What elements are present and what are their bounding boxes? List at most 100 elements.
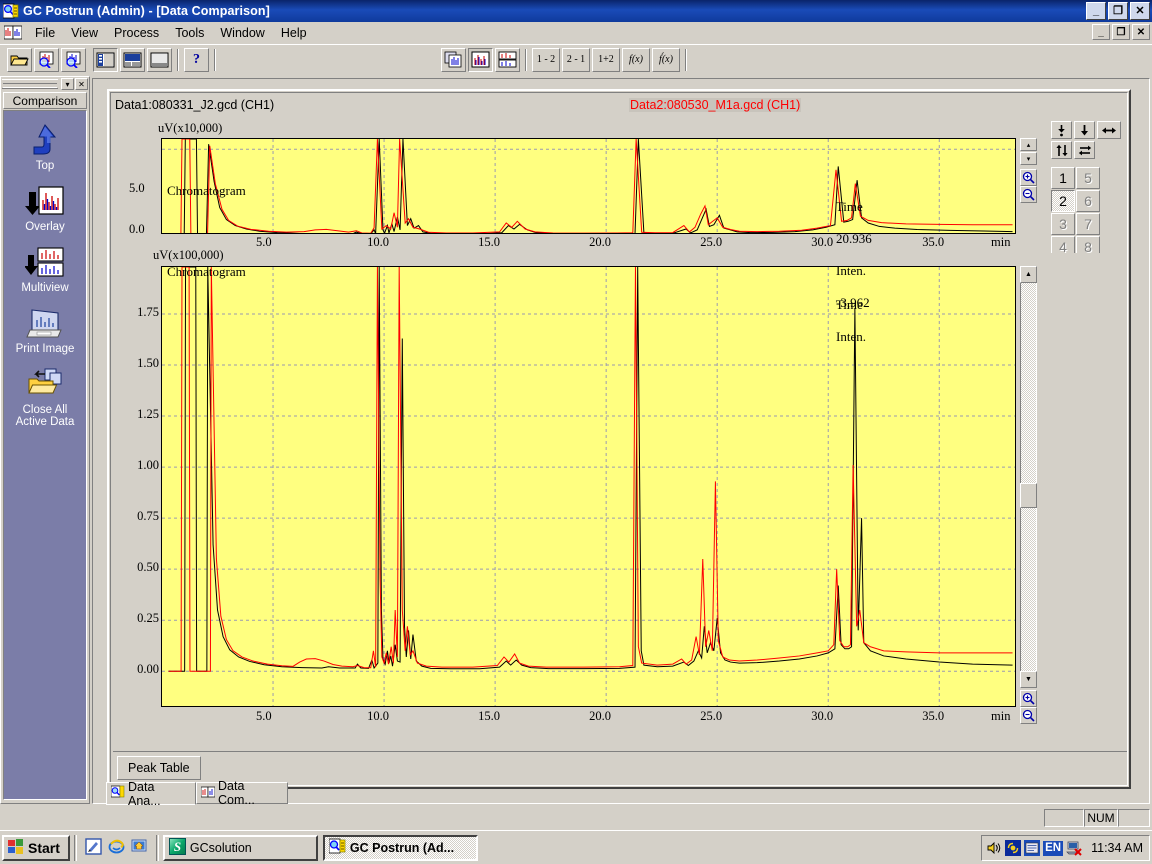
menu-file[interactable]: File: [27, 24, 63, 42]
stacked-view-button[interactable]: [495, 47, 520, 72]
toolbar-separator-1: [177, 48, 179, 71]
volume-icon[interactable]: [986, 840, 1002, 856]
move-horizontal-button[interactable]: [1097, 121, 1121, 139]
open-data-compare-button[interactable]: [61, 47, 86, 72]
tab-data-analysis[interactable]: Data Ana...: [106, 780, 196, 808]
align-down-dot-icon: [1058, 124, 1065, 136]
sidebar-header: ▾ ✕: [1, 77, 89, 91]
comparison-sidebar: ▾ ✕ Comparison Top Overlay Multiview Pri…: [0, 76, 90, 804]
view-split-top-button[interactable]: [120, 47, 145, 72]
overview-zoom-in-button[interactable]: [1020, 169, 1037, 186]
zoom-out-icon: [1022, 188, 1035, 201]
language-bar-icon[interactable]: [1024, 840, 1041, 856]
overlay-view-button[interactable]: [468, 47, 493, 72]
sidebar-item-top[interactable]: Top: [4, 123, 86, 172]
multiview-chart-icon: [24, 245, 65, 281]
subtract-1-2-button[interactable]: 1 - 2: [532, 47, 560, 72]
close-button[interactable]: ✕: [1130, 2, 1150, 20]
main-zoom-out-button[interactable]: [1020, 707, 1037, 724]
application-window: GC Postrun (Admin) - [Data Comparison] _…: [0, 0, 1152, 864]
blue-up-arrow-icon: [25, 123, 65, 159]
status-pane-num-lock: NUM: [1084, 809, 1118, 827]
tray-clock[interactable]: 11:34 AM: [1091, 841, 1143, 855]
channel-button-3[interactable]: 3: [1051, 213, 1075, 235]
overview-ytick-0: 0.0: [129, 222, 145, 236]
sidebar-item-overlay-label: Overlay: [25, 221, 65, 234]
sidebar-title: Comparison: [3, 92, 87, 109]
function-derivative-button[interactable]: f́(x): [652, 47, 680, 72]
main-readout: Time Inten.: [797, 281, 902, 361]
swap-horizontal-button[interactable]: [1074, 141, 1095, 159]
peak-table-tab[interactable]: Peak Table: [117, 756, 201, 780]
application-tabs: Data Ana... Data Com...: [96, 779, 1146, 808]
channel-button-2[interactable]: 2: [1051, 190, 1075, 212]
move-down-button[interactable]: [1074, 121, 1095, 139]
sidebar-item-close-all-active-data[interactable]: Close All Active Data: [4, 367, 86, 428]
wireless-icon[interactable]: [1005, 840, 1022, 856]
sidebar-item-print-image[interactable]: Print Image: [4, 306, 86, 355]
start-button[interactable]: Start: [2, 834, 70, 861]
sidebar-dropdown-button[interactable]: ▾: [61, 78, 74, 90]
align-baseline-button[interactable]: [1051, 121, 1072, 139]
mdi-close-button[interactable]: ✕: [1132, 24, 1150, 40]
menu-tools[interactable]: Tools: [167, 24, 212, 42]
channel-button-1[interactable]: 1: [1051, 167, 1075, 189]
menu-process[interactable]: Process: [106, 24, 167, 42]
view-full-button[interactable]: [147, 47, 172, 72]
quicklaunch-editor-icon[interactable]: [85, 837, 102, 858]
menu-help[interactable]: Help: [273, 24, 315, 42]
channel-button-2-label: 2: [1059, 193, 1067, 209]
menu-view[interactable]: View: [63, 24, 106, 42]
mdi-document-icon[interactable]: [3, 25, 23, 41]
sidebar-item-overlay[interactable]: Overlay: [4, 184, 86, 233]
quicklaunch-show-desktop-icon[interactable]: [131, 838, 148, 858]
taskbar-gcsolution[interactable]: S GCsolution: [162, 834, 318, 861]
restore-button[interactable]: ❐: [1108, 2, 1128, 20]
mdi-restore-button[interactable]: ❐: [1112, 24, 1130, 40]
view-split-left-button[interactable]: [93, 47, 118, 72]
menu-window[interactable]: Window: [212, 24, 272, 42]
swap-vertical-button[interactable]: [1051, 141, 1072, 159]
zoom-out-icon: [1022, 709, 1035, 722]
open-data-analysis-button[interactable]: [34, 47, 59, 72]
multi-data-button[interactable]: [441, 47, 466, 72]
minimize-button[interactable]: _: [1086, 2, 1106, 20]
printer-chart-icon: [25, 306, 65, 342]
mdi-minimize-button[interactable]: _: [1092, 24, 1110, 40]
function-derivative-label: f́(x): [659, 54, 673, 65]
channel-button-5[interactable]: 5: [1076, 167, 1100, 189]
main-scroll-up-button[interactable]: ▲: [1020, 266, 1037, 283]
sidebar-item-multiview[interactable]: Multiview: [4, 245, 86, 294]
overview-scroll-down-button[interactable]: ▾: [1020, 152, 1037, 165]
open-file-button[interactable]: [7, 47, 32, 72]
channel-button-6[interactable]: 6: [1076, 190, 1100, 212]
main-zoom-in-button[interactable]: [1020, 690, 1037, 707]
add-1-2-button[interactable]: 1+2: [592, 47, 620, 72]
function-label: f(x): [629, 54, 643, 65]
main-chart-vertical-scrollbar[interactable]: ▲ ▼: [1020, 266, 1037, 688]
add-1-2-label: 1+2: [598, 54, 614, 65]
language-en-indicator[interactable]: EN: [1043, 840, 1064, 856]
overview-readout-time-value: 20.936: [836, 231, 872, 246]
gc-postrun-icon: [328, 838, 346, 858]
sidebar-close-button[interactable]: ✕: [75, 78, 88, 90]
status-bar: NUM: [0, 806, 1152, 830]
overview-zoom-out-button[interactable]: [1020, 186, 1037, 203]
help-button[interactable]: ?: [184, 47, 209, 72]
network-disconnected-icon[interactable]: [1066, 840, 1082, 856]
function-button[interactable]: f(x): [622, 47, 650, 72]
taskbar-separator-2: [155, 834, 159, 861]
subtract-2-1-button[interactable]: 2 - 1: [562, 47, 590, 72]
overview-scroll-up-button[interactable]: ▴: [1020, 138, 1037, 151]
channel-button-7-label: 7: [1084, 216, 1092, 232]
data2-header: Data2:080530_M1a.gcd (CH1): [629, 98, 802, 112]
main-scroll-thumb[interactable]: [1020, 483, 1037, 508]
tab-data-comparison[interactable]: Data Com...: [196, 779, 288, 807]
data-headers: Data1:080331_J2.gcd (CH1) Data2:080530_M…: [113, 95, 1127, 117]
main-scroll-down-button[interactable]: ▼: [1020, 671, 1037, 688]
status-pane-blank-2: [1118, 809, 1150, 827]
sidebar-drag-grip[interactable]: [2, 79, 58, 89]
channel-button-7[interactable]: 7: [1076, 213, 1100, 235]
taskbar-gc-postrun[interactable]: GC Postrun (Ad...: [322, 834, 478, 861]
quicklaunch-internet-explorer-icon[interactable]: [108, 838, 125, 858]
